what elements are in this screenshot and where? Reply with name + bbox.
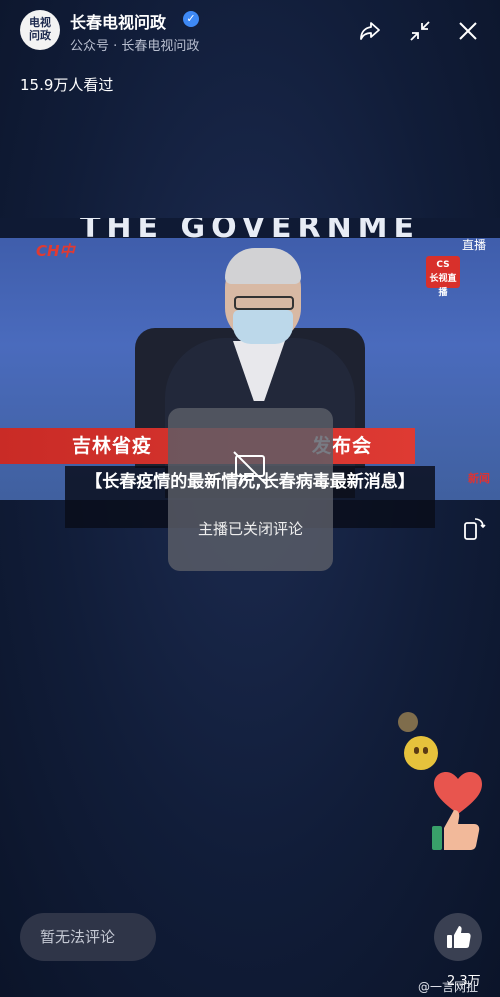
cs-logo: CS 长视直播 [426,256,460,298]
avatar-label: 电视 问政 [29,16,51,42]
press-banner-left: 吉林省疫 [72,435,153,457]
speaker-hair [225,248,301,284]
channel-logo: CH中 [36,242,75,260]
comments-disabled-text: 主播已关闭评论 [197,520,303,538]
view-count: 15.9万人看过 [20,76,114,94]
smile-emoji-icon [404,736,438,770]
speaker-mask [233,310,293,344]
close-icon[interactable] [455,18,481,44]
speaker-glasses [234,296,294,310]
thumbs-up-icon [447,926,471,948]
account-avatar[interactable]: 电视 问政 [20,10,60,50]
thumbs-up-reaction-icon [432,810,480,850]
verified-icon: ✓ [183,11,199,27]
like-button[interactable] [434,913,482,961]
backdrop-text: THE GOVERNME [79,218,421,245]
account-name[interactable]: 长春电视问政 [70,9,166,33]
header: 电视 问政 长春电视问政 ✓ 公众号 · 长春电视问政 [0,0,500,64]
rotate-screen-icon[interactable] [461,516,487,542]
live-stream-screen: 电视 问政 长春电视问政 ✓ 公众号 · 长春电视问政 15.9万人看过 THE… [0,0,500,997]
live-label: 直播 [461,238,486,252]
share-icon[interactable] [357,18,383,44]
video-watermark: 新闻 [468,472,490,485]
video-title: 【长春疫情的最新情况,长春病毒最新消息】 [85,472,415,492]
weibo-watermark: @一言网扯 [418,980,479,994]
collapse-icon[interactable] [407,18,433,44]
small-emoji-icon [398,712,418,732]
account-subtitle: 公众号 · 长春电视问政 [70,39,200,54]
comment-input[interactable]: 暂无法评论 [20,913,156,961]
